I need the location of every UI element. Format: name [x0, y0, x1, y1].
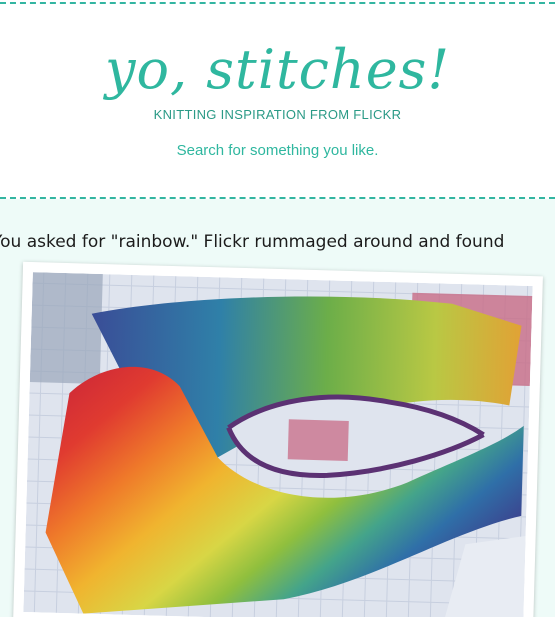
site-header: yo, stitches! KNITTING INSPIRATION FROM … [0, 0, 555, 198]
result-photo[interactable] [23, 272, 533, 617]
results-message: You asked for "rainbow." Flickr rummaged… [0, 232, 505, 252]
photo-card[interactable] [13, 261, 543, 617]
results-area: You asked for "rainbow." Flickr rummaged… [0, 199, 555, 617]
search-link[interactable]: Search for something you like. [0, 142, 555, 159]
site-logo[interactable]: yo, stitches! [0, 38, 555, 101]
knitted-shawl-image [23, 272, 533, 617]
top-dashed-divider [0, 2, 555, 4]
site-tagline: KNITTING INSPIRATION FROM FLICKR [153, 107, 402, 122]
